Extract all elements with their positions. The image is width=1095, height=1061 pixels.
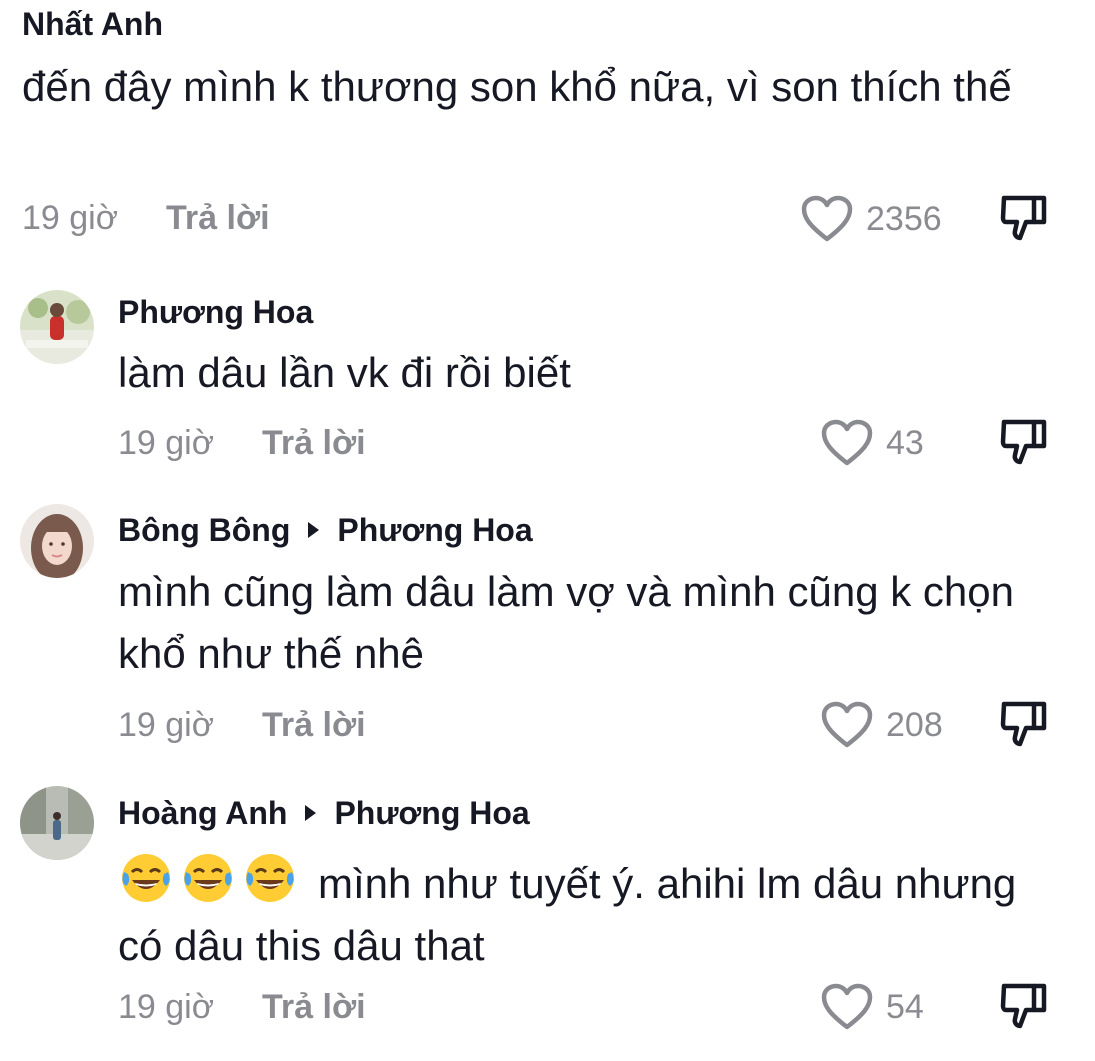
author-name[interactable]: Bông Bông: [118, 512, 290, 548]
comment-text: mình cũng làm dâu làm vợ và mình cũng k …: [118, 568, 1014, 677]
like-count: 2356: [866, 200, 942, 238]
comment-meta: 19 giờ Trả lời: [118, 421, 366, 465]
comment-text: mình như tuyết ý. ahihi lm dâu nhưng có …: [118, 850, 1018, 977]
tears-of-joy-emoji: [122, 854, 170, 902]
comment-author[interactable]: Phương Hoa: [118, 292, 313, 332]
like-count: 54: [886, 988, 924, 1026]
tears-of-joy-emoji: [246, 854, 294, 902]
thumbs-down-icon[interactable]: [998, 192, 1052, 246]
like-button[interactable]: 2356: [800, 194, 942, 244]
comment-author: Bông Bông Phương Hoa: [118, 510, 533, 550]
thumbs-down-icon[interactable]: [998, 416, 1052, 470]
comment-time: 19 giờ: [118, 988, 215, 1026]
like-count: 208: [886, 706, 943, 744]
reply-arrow-icon: [305, 804, 317, 821]
reply-button[interactable]: Trả lời: [262, 424, 366, 462]
like-count: 43: [886, 424, 924, 462]
reply-arrow-icon: [308, 521, 320, 538]
reply-button[interactable]: Trả lời: [262, 706, 366, 744]
like-button[interactable]: 54: [820, 982, 924, 1032]
thumbs-down-icon[interactable]: [998, 980, 1052, 1034]
comment-author[interactable]: Nhất Anh: [22, 4, 163, 44]
thumbs-down-icon[interactable]: [998, 698, 1052, 752]
like-button[interactable]: 43: [820, 418, 924, 468]
reply-to-name[interactable]: Phương Hoa: [337, 512, 532, 548]
comment-text: làm dâu lần vk đi rồi biết: [118, 349, 571, 396]
comment-time: 19 giờ: [22, 199, 119, 237]
comment-time: 19 giờ: [118, 706, 215, 744]
comment-text: đến đây mình k thương son khổ nữa, vì so…: [22, 63, 1012, 110]
reply-to-name[interactable]: Phương Hoa: [334, 795, 529, 831]
comment-meta: 19 giờ Trả lời: [22, 196, 270, 240]
avatar-image: [20, 504, 94, 578]
reply-button[interactable]: Trả lời: [262, 988, 366, 1026]
comment-author: Hoàng Anh Phương Hoa: [118, 793, 530, 833]
heart-outline-icon[interactable]: [820, 982, 874, 1032]
dislike-button[interactable]: [998, 192, 1052, 246]
dislike-button[interactable]: [998, 698, 1052, 752]
dislike-button[interactable]: [998, 980, 1052, 1034]
comment-time: 19 giờ: [118, 424, 215, 462]
heart-outline-icon[interactable]: [820, 700, 874, 750]
author-name[interactable]: Hoàng Anh: [118, 795, 287, 831]
avatar[interactable]: [20, 290, 94, 364]
heart-outline-icon[interactable]: [820, 418, 874, 468]
reply-button[interactable]: Trả lời: [166, 199, 270, 237]
like-button[interactable]: 208: [820, 700, 943, 750]
emoji-group: [118, 854, 318, 907]
avatar[interactable]: [20, 786, 94, 860]
comment-meta: 19 giờ Trả lời: [118, 985, 366, 1029]
comment-meta: 19 giờ Trả lời: [118, 703, 366, 747]
tears-of-joy-emoji: [184, 854, 232, 902]
heart-outline-icon[interactable]: [800, 194, 854, 244]
avatar-image: [20, 290, 94, 364]
avatar[interactable]: [20, 504, 94, 578]
dislike-button[interactable]: [998, 416, 1052, 470]
avatar-image: [20, 786, 94, 860]
